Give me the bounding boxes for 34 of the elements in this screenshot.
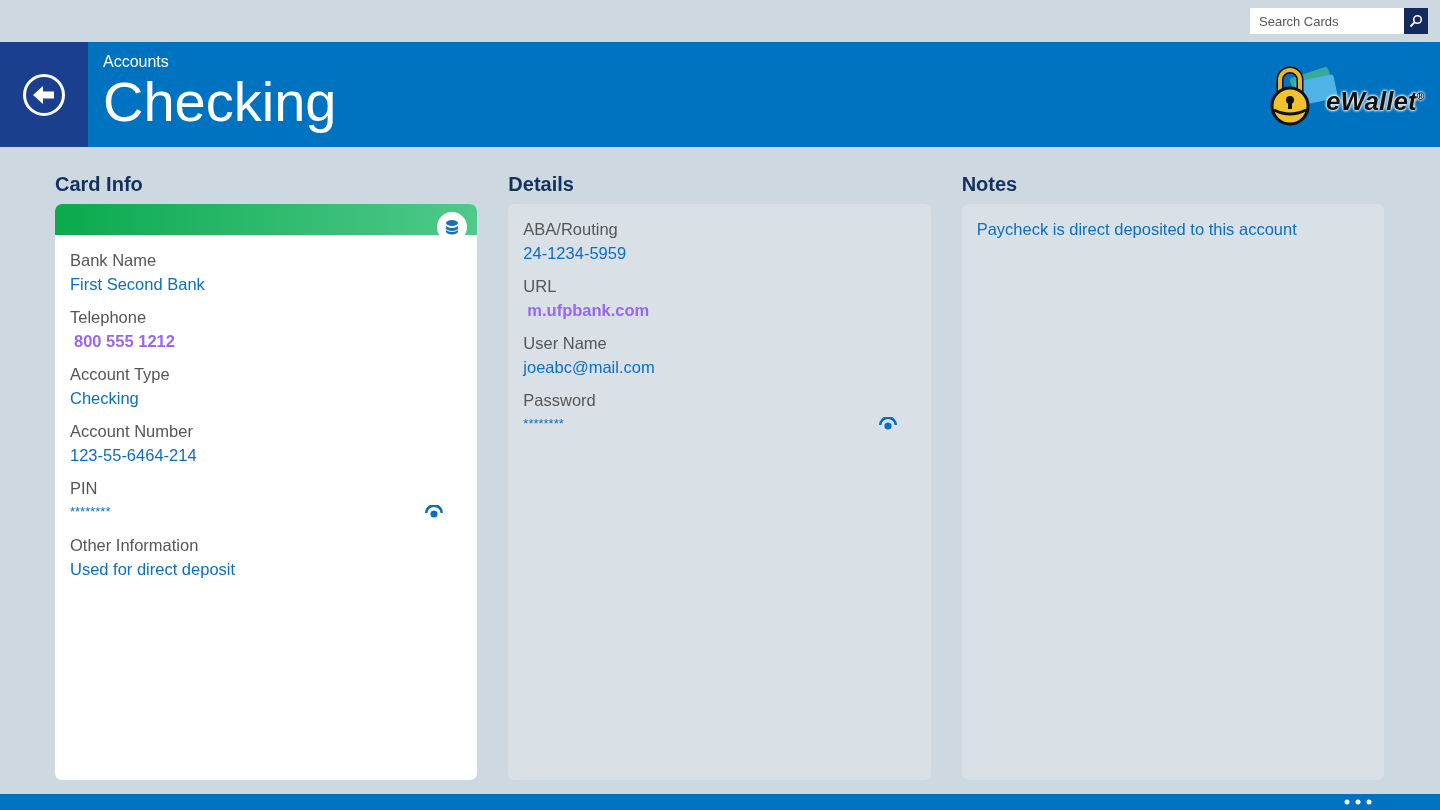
field-value: 123-55-6464-214 (70, 445, 197, 466)
page-title: Checking (103, 71, 337, 133)
section-title: Notes (961, 173, 1019, 197)
field-value: Used for direct deposit (70, 559, 236, 580)
section-title: Details (508, 173, 575, 197)
field-label: Bank Name (70, 250, 158, 271)
eye-icon[interactable] (424, 505, 445, 519)
eye-icon[interactable] (877, 417, 898, 431)
logo-wordmark: eWallet$^{®}$ (1326, 86, 1424, 117)
field-label: Other Information (70, 535, 200, 556)
breadcrumb: Accounts (103, 53, 170, 71)
field-label: PIN (70, 478, 99, 499)
field-label: User Name (523, 333, 608, 354)
field-value[interactable]: 800 555 1212 (70, 329, 175, 353)
search-field[interactable]: Search Cards (1250, 8, 1404, 34)
back-button[interactable] (0, 42, 88, 147)
field-value: joeabc@mail.com (523, 357, 655, 378)
field-label: URL (523, 276, 558, 297)
field-value: Checking (70, 388, 139, 409)
search-button[interactable] (1404, 8, 1428, 34)
field-value: ******** (70, 503, 111, 521)
field-label: Password (523, 390, 597, 411)
field-value: First Second Bank (70, 274, 205, 295)
search-icon (1409, 14, 1423, 28)
section-title: Card Info (55, 173, 144, 197)
field-value: ******** (523, 415, 564, 433)
field-value[interactable]: m.ufpbank.com (523, 298, 650, 322)
field-label: Telephone (70, 307, 148, 328)
field-label: ABA/Routing (523, 219, 619, 240)
note-text: Paycheck is direct deposited to this account (975, 219, 1298, 240)
more-icon[interactable] (1344, 799, 1372, 805)
field-label: Account Number (70, 421, 194, 442)
field-label: Account Type (70, 364, 171, 385)
field-value: 24-1234-5959 (523, 243, 627, 264)
